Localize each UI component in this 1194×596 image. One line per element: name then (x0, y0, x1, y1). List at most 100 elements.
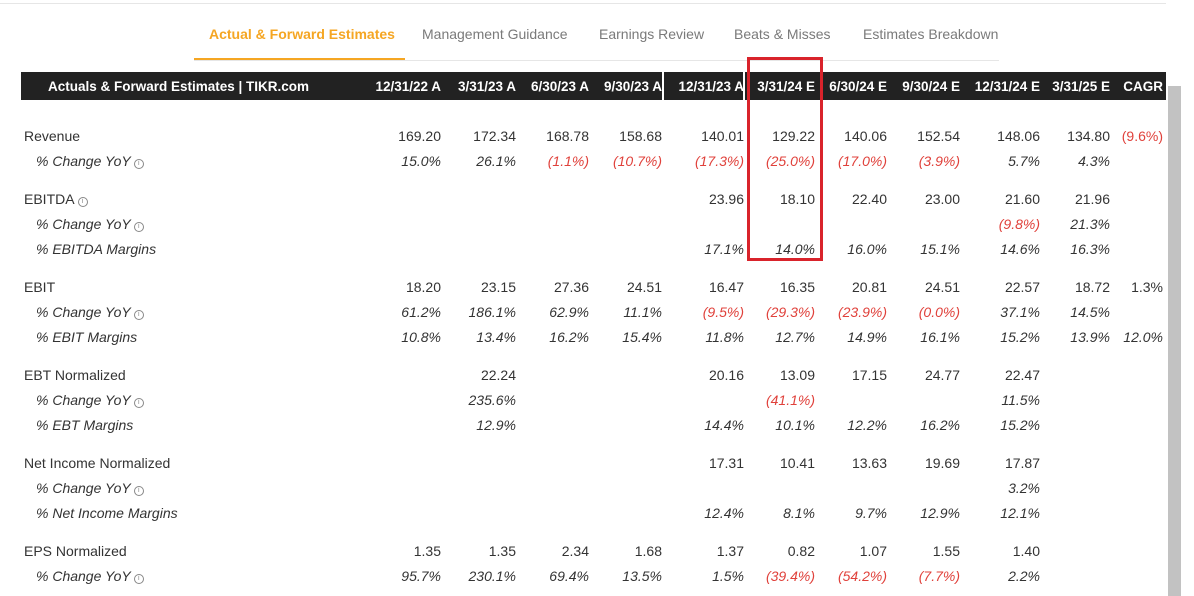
table-cell: 13.63 (851, 455, 887, 471)
table-cell: 129.22 (772, 128, 815, 144)
table-cell: 16.2% (549, 329, 589, 345)
table-cell: 1.35 (488, 543, 516, 559)
row-label-text: % Change YoY (36, 153, 131, 169)
table-cell: 37.1% (1000, 304, 1040, 320)
row-label: % EBT Margins (36, 417, 133, 433)
table-cell: 13.09 (779, 367, 815, 383)
table-cell: 172.34 (473, 128, 516, 144)
info-icon[interactable]: i (77, 197, 88, 207)
table-cell: 12.9% (476, 417, 516, 433)
table-cell: (1.1%) (547, 153, 589, 169)
table-cell: 3.2% (1008, 480, 1040, 496)
table-cell: 20.16 (708, 367, 744, 383)
tabs-divider (194, 60, 999, 61)
column-header: 3/31/24 E (757, 79, 815, 94)
info-icon[interactable]: i (133, 486, 144, 496)
table-cell: 23.15 (480, 279, 516, 295)
row-label: % Change YoY i (36, 304, 144, 320)
table-cell: (0.0%) (918, 304, 960, 320)
table-cell: (9.8%) (998, 216, 1040, 232)
table-cell: 16.0% (847, 241, 887, 257)
column-header: 6/30/24 E (829, 79, 887, 94)
row-label-text: EBITDA (24, 191, 75, 207)
table-cell: 10.41 (779, 455, 815, 471)
info-icon[interactable]: i (133, 310, 144, 320)
table-cell: 148.06 (997, 128, 1040, 144)
row-label-text: Revenue (24, 128, 81, 144)
tab-actuals-forward-estimates[interactable]: Actual & Forward Estimates (209, 26, 395, 42)
tab-estimates-breakdown[interactable]: Estimates Breakdown (863, 26, 998, 42)
table-cell: 140.01 (701, 128, 744, 144)
table-cell: 1.35 (413, 543, 441, 559)
row-label: % EBITDA Margins (36, 241, 156, 257)
table-cell: 14.4% (704, 417, 744, 433)
info-icon[interactable]: i (133, 398, 144, 408)
table-cell: 17.31 (708, 455, 744, 471)
table-cell: 140.06 (844, 128, 887, 144)
row-label: % Change YoY i (36, 153, 144, 169)
table-cell: 69.4% (549, 568, 589, 584)
table-cell: (7.7%) (918, 568, 960, 584)
table-row: EBT Normalized 22.24 20.16 13.09 17.15 24.77 2… (0, 364, 1166, 384)
table-cell: 14.9% (847, 329, 887, 345)
row-label-text: % EBITDA Margins (36, 241, 157, 257)
table-cell: 24.51 (924, 279, 960, 295)
row-label: EBITDA i (24, 191, 88, 207)
table-cell: 1.40 (1012, 543, 1040, 559)
column-header: 12/31/23 A (678, 79, 744, 94)
table-cell: 16.2% (920, 417, 960, 433)
tab-beats-misses[interactable]: Beats & Misses (734, 26, 830, 42)
row-label-text: % Change YoY (36, 216, 131, 232)
row-label: % Net Income Margins (36, 505, 178, 521)
table-cell: 134.80 (1067, 128, 1110, 144)
table-cell: (54.2%) (837, 568, 887, 584)
row-label-text: % EBIT Margins (36, 329, 138, 345)
row-label: % Change YoY i (36, 568, 144, 584)
info-icon[interactable]: i (133, 574, 144, 584)
info-icon[interactable]: i (133, 159, 144, 169)
row-label-text: % EBT Margins (36, 417, 134, 433)
table-cell: 23.00 (924, 191, 960, 207)
table-cell: 21.3% (1070, 216, 1110, 232)
table-cell: 1.3% (1131, 279, 1163, 295)
table-cell: 15.1% (920, 241, 960, 257)
table-cell: 9.7% (855, 505, 887, 521)
table-title: Actuals & Forward Estimates | TIKR.com (47, 79, 310, 94)
table-cell: (9.6%) (1121, 128, 1163, 144)
column-header: 6/30/23 A (530, 79, 589, 94)
table-cell: 22.24 (480, 367, 516, 383)
table-cell: 24.77 (924, 367, 960, 383)
table-cell: (10.7%) (612, 153, 662, 169)
column-header: 9/30/24 E (902, 79, 960, 94)
table-cell: 17.87 (1004, 455, 1040, 471)
table-cell: (29.3%) (765, 304, 815, 320)
table-cell: 158.68 (619, 128, 662, 144)
table-cell: 14.0% (775, 241, 815, 257)
table-cell: 12.0% (1123, 329, 1163, 345)
table-cell: (17.3%) (694, 153, 744, 169)
table-cell: (17.0%) (837, 153, 887, 169)
table-row: % EBITDA Margins 17.1% 14.0% 16.0% 15.1% 14.6… (0, 238, 1166, 258)
info-icon[interactable]: i (133, 222, 144, 232)
table-row: Revenue 169.20 172.34 168.78 158.68 140.01 129… (0, 125, 1166, 145)
table-cell: (9.5%) (702, 304, 744, 320)
table-cell: 24.51 (626, 279, 662, 295)
table-cell: 14.5% (1070, 304, 1110, 320)
table-row: EPS Normalized 1.35 1.35 2.34 1.68 1.37 0.82 1.… (0, 540, 1166, 560)
table-cell: (23.9%) (837, 304, 887, 320)
column-header: 3/31/25 E (1052, 79, 1110, 94)
vertical-scrollbar[interactable] (1168, 86, 1181, 596)
table-cell: 1.37 (716, 543, 744, 559)
table-cell: 12.1% (1000, 505, 1040, 521)
table-cell: 20.81 (851, 279, 887, 295)
table-cell: 8.1% (783, 505, 815, 521)
table-cell: (3.9%) (918, 153, 960, 169)
table-cell: 1.5% (712, 568, 744, 584)
tab-earnings-review[interactable]: Earnings Review (599, 26, 704, 42)
table-cell: 1.07 (859, 543, 887, 559)
tab-management-guidance[interactable]: Management Guidance (422, 26, 568, 42)
active-tab-indicator (194, 58, 405, 60)
row-label-text: % Change YoY (36, 392, 131, 408)
row-label-text: % Change YoY (36, 304, 131, 320)
table-cell: 11.5% (1001, 392, 1040, 408)
